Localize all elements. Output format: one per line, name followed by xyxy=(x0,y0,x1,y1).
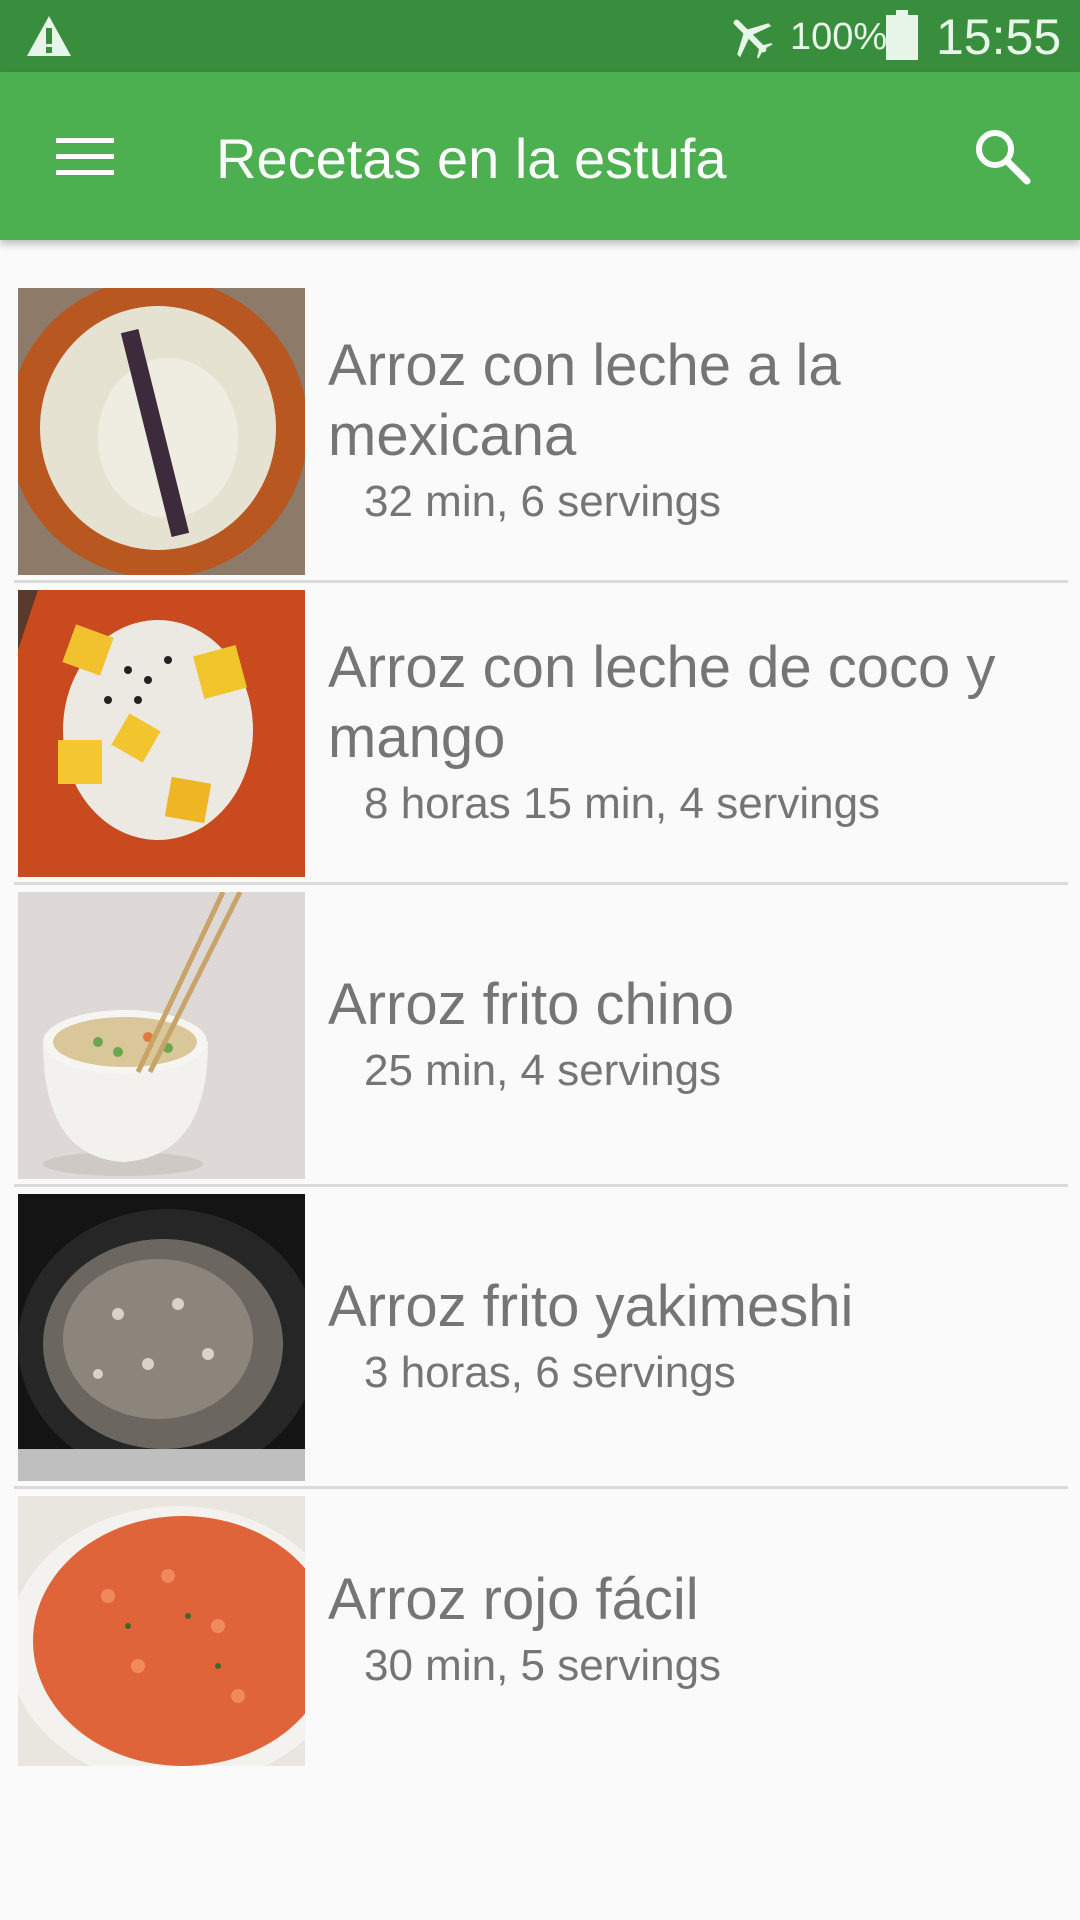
battery-icon xyxy=(886,10,918,60)
status-clock: 15:55 xyxy=(936,9,1062,65)
recipe-title: Arroz con leche de coco y mango xyxy=(328,634,996,770)
recipe-thumbnail xyxy=(18,892,305,1179)
warning-icon xyxy=(27,16,71,56)
page-title: Recetas en la estufa xyxy=(216,127,727,190)
search-icon xyxy=(976,130,1031,185)
recipe-title: Arroz rojo fácil xyxy=(328,1567,699,1632)
recipe-item[interactable]: Arroz frito yakimeshi 3 horas, 6 serving… xyxy=(14,1146,1068,1489)
recipe-meta: 32 min, 6 servings xyxy=(364,476,722,526)
recipe-texts: Arroz con leche de coco y mango 8 horas … xyxy=(328,590,1068,877)
battery-percent: 100% xyxy=(790,16,888,58)
airplane-mode-icon xyxy=(733,19,773,59)
recipe-meta: 30 min, 5 servings xyxy=(364,1641,722,1690)
app-bar: Recetas en la estufa xyxy=(0,72,1080,240)
search-button[interactable] xyxy=(966,120,1038,192)
recipe-meta: 25 min, 4 servings xyxy=(364,1045,722,1095)
recipe-texts: Arroz con leche a la mexicana 32 min, 6 … xyxy=(328,288,1068,575)
recipe-thumbnail xyxy=(18,1194,305,1481)
recipe-item[interactable]: Arroz rojo fácil 30 min, 5 servings xyxy=(14,1448,1068,1766)
recipe-item[interactable]: Arroz con leche a la mexicana 32 min, 6 … xyxy=(14,240,1068,583)
recipe-thumbnail xyxy=(18,1496,305,1766)
recipe-item[interactable]: Arroz con leche de coco y mango 8 horas … xyxy=(14,542,1068,885)
recipe-title: Arroz con leche a la mexicana xyxy=(328,332,841,468)
recipe-thumbnail xyxy=(18,590,305,877)
recipe-thumbnail xyxy=(18,288,305,575)
recipe-texts: Arroz frito yakimeshi 3 horas, 6 serving… xyxy=(328,1194,1068,1481)
recipe-meta: 8 horas 15 min, 4 servings xyxy=(364,778,881,828)
recipe-texts: Arroz rojo fácil 30 min, 5 servings xyxy=(328,1496,1068,1766)
recipe-title: Arroz frito yakimeshi xyxy=(328,1273,854,1339)
menu-button[interactable] xyxy=(40,118,130,194)
menu-icon xyxy=(56,138,114,175)
recipe-texts: Arroz frito chino 25 min, 4 servings xyxy=(328,892,1068,1179)
status-bar: 100% 15:55 xyxy=(0,0,1080,72)
recipe-item[interactable]: Arroz frito chino 25 min, 4 servings xyxy=(14,844,1068,1187)
recipe-title: Arroz frito chino xyxy=(328,971,735,1037)
recipe-meta: 3 horas, 6 servings xyxy=(364,1347,736,1397)
